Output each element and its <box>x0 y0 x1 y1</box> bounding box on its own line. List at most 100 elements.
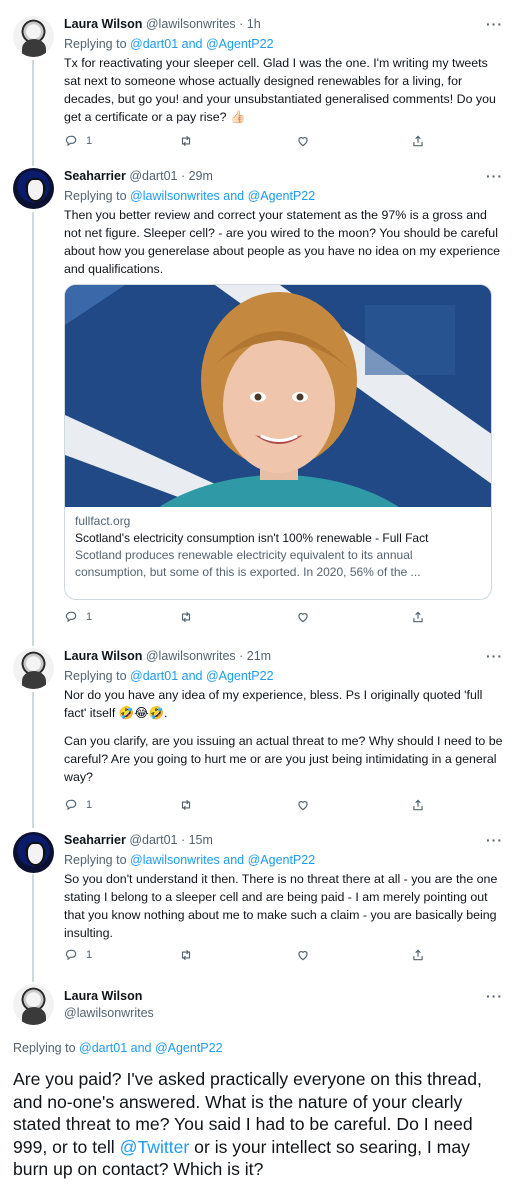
replying-prefix: Replying to <box>64 189 131 203</box>
tweet-actions: 1 <box>64 134 444 150</box>
tweet[interactable]: Laura Wilson @lawilsonwrites · 1h ··· Re… <box>0 16 519 156</box>
tweet-text: Nor do you have any idea of my experienc… <box>64 688 483 720</box>
reply-count: 1 <box>86 611 93 623</box>
share-button[interactable] <box>411 948 425 962</box>
card-description: Scotland produces renewable electricity … <box>75 548 421 579</box>
author-handle[interactable]: @lawilsonwrites <box>146 649 236 663</box>
author-name[interactable]: Seaharrier <box>64 169 126 183</box>
author-name[interactable]: Laura Wilson <box>64 988 142 1004</box>
author-handle[interactable]: @dart01 <box>129 169 177 183</box>
tweet[interactable]: Seaharrier @dart01 · 15m ··· Replying to… <box>0 832 519 976</box>
reply-button[interactable]: 1 <box>64 610 92 624</box>
retweet-icon <box>181 135 191 147</box>
tweet-text: Then you better review and correct your … <box>64 208 501 276</box>
replying-to: Replying to @lawilsonwrites and @AgentP2… <box>64 852 315 868</box>
like-button[interactable] <box>296 948 310 962</box>
avatar[interactable] <box>13 648 54 689</box>
tweet-header: Laura Wilson @lawilsonwrites · 1h <box>64 16 479 32</box>
reply-icon <box>65 799 77 811</box>
reply-button[interactable]: 1 <box>64 798 92 812</box>
share-icon <box>413 135 423 147</box>
replying-prefix: Replying to <box>13 1041 80 1055</box>
reply-icon <box>65 135 77 147</box>
share-button[interactable] <box>411 610 425 624</box>
replying-prefix: Replying to <box>64 853 131 867</box>
share-button[interactable] <box>411 798 425 812</box>
author-name[interactable]: Laura Wilson <box>64 17 142 31</box>
avatar[interactable] <box>13 16 54 57</box>
tweet-actions: 1 <box>64 610 444 626</box>
retweet-button[interactable] <box>179 948 193 962</box>
replying-to: Replying to @dart01 and @AgentP22 <box>64 668 274 684</box>
reply-icon <box>65 949 77 961</box>
like-icon <box>298 137 308 147</box>
tweet-actions: 1 <box>64 948 444 964</box>
tweet[interactable]: Laura Wilson @lawilsonwrites · 21m ··· R… <box>0 648 519 820</box>
avatar[interactable] <box>13 832 54 873</box>
more-icon[interactable]: ··· <box>486 168 503 184</box>
author-handle[interactable]: @dart01 <box>129 833 177 847</box>
like-icon <box>298 613 308 623</box>
tweet-text: Can you clarify, are you issuing an actu… <box>64 734 503 784</box>
avatar[interactable] <box>13 168 54 209</box>
retweet-button[interactable] <box>179 134 193 148</box>
author-name[interactable]: Laura Wilson <box>64 649 142 663</box>
focused-tweet[interactable]: Laura Wilson @lawilsonwrites ··· Replyin… <box>0 984 519 1200</box>
card-photo <box>65 285 491 507</box>
avatar[interactable] <box>13 984 54 1025</box>
reply-button[interactable]: 1 <box>64 134 92 148</box>
share-icon <box>413 611 423 623</box>
tweet[interactable]: Seaharrier @dart01 · 29m ··· Replying to… <box>0 168 519 638</box>
like-icon <box>298 951 308 961</box>
mention-link[interactable]: @dart01 and @AgentP22 <box>130 669 274 683</box>
replying-prefix: Replying to <box>64 37 131 51</box>
author-handle[interactable]: @lawilsonwrites <box>146 17 236 31</box>
mention-link[interactable]: @dart01 and @AgentP22 <box>79 1041 223 1055</box>
retweet-icon <box>181 611 191 623</box>
mention-link[interactable]: @Twitter <box>120 1137 190 1157</box>
author-handle[interactable]: @lawilsonwrites <box>64 1005 154 1021</box>
retweet-button[interactable] <box>179 798 193 812</box>
author-name[interactable]: Seaharrier <box>64 833 126 847</box>
like-button[interactable] <box>296 134 310 148</box>
tweet-actions: 1 <box>64 798 444 814</box>
mention-link[interactable]: @lawilsonwrites and @AgentP22 <box>130 189 315 203</box>
focused-tweet-text: Are you paid? I've asked practically eve… <box>13 1068 509 1181</box>
like-icon <box>298 801 308 811</box>
reply-button[interactable]: 1 <box>64 948 92 962</box>
reply-icon <box>65 611 77 623</box>
replying-to: Replying to @lawilsonwrites and @AgentP2… <box>64 188 315 204</box>
tweet-text: So you don't understand it then. There i… <box>64 872 498 940</box>
card-domain: fullfact.org <box>75 514 131 528</box>
replying-to: Replying to @dart01 and @AgentP22 <box>64 36 274 52</box>
share-icon <box>413 799 423 811</box>
tweet-time[interactable]: · 29m <box>181 169 213 183</box>
reply-count: 1 <box>86 949 93 961</box>
tweet-header: Seaharrier @dart01 · 29m <box>64 168 479 184</box>
card-image <box>65 285 491 507</box>
more-icon[interactable]: ··· <box>486 16 503 32</box>
mention-link[interactable]: @dart01 and @AgentP22 <box>130 37 274 51</box>
tweet-header: Seaharrier @dart01 · 15m <box>64 832 479 848</box>
tweet-text: Tx for reactivating your sleeper cell. G… <box>64 56 496 124</box>
retweet-icon <box>181 799 191 811</box>
tweet-header: Laura Wilson @lawilsonwrites · 21m <box>64 648 479 664</box>
more-icon[interactable]: ··· <box>486 648 503 664</box>
retweet-button[interactable] <box>179 610 193 624</box>
link-card[interactable]: fullfact.org Scotland's electricity cons… <box>64 284 492 600</box>
mention-link[interactable]: @lawilsonwrites and @AgentP22 <box>130 853 315 867</box>
share-button[interactable] <box>411 134 425 148</box>
replying-to: Replying to @dart01 and @AgentP22 <box>13 1040 223 1056</box>
tweet-time[interactable]: · 15m <box>181 833 213 847</box>
tweet-time[interactable]: · 1h <box>239 17 261 31</box>
like-button[interactable] <box>296 610 310 624</box>
like-button[interactable] <box>296 798 310 812</box>
retweet-icon <box>181 949 191 961</box>
reply-count: 1 <box>86 135 93 147</box>
card-title: Scotland's electricity consumption isn't… <box>75 531 429 545</box>
tweet-time[interactable]: · 21m <box>239 649 271 663</box>
reply-count: 1 <box>86 799 93 811</box>
more-icon[interactable]: ··· <box>486 988 503 1004</box>
card-meta: fullfact.org Scotland's electricity cons… <box>75 513 481 581</box>
more-icon[interactable]: ··· <box>486 832 503 848</box>
